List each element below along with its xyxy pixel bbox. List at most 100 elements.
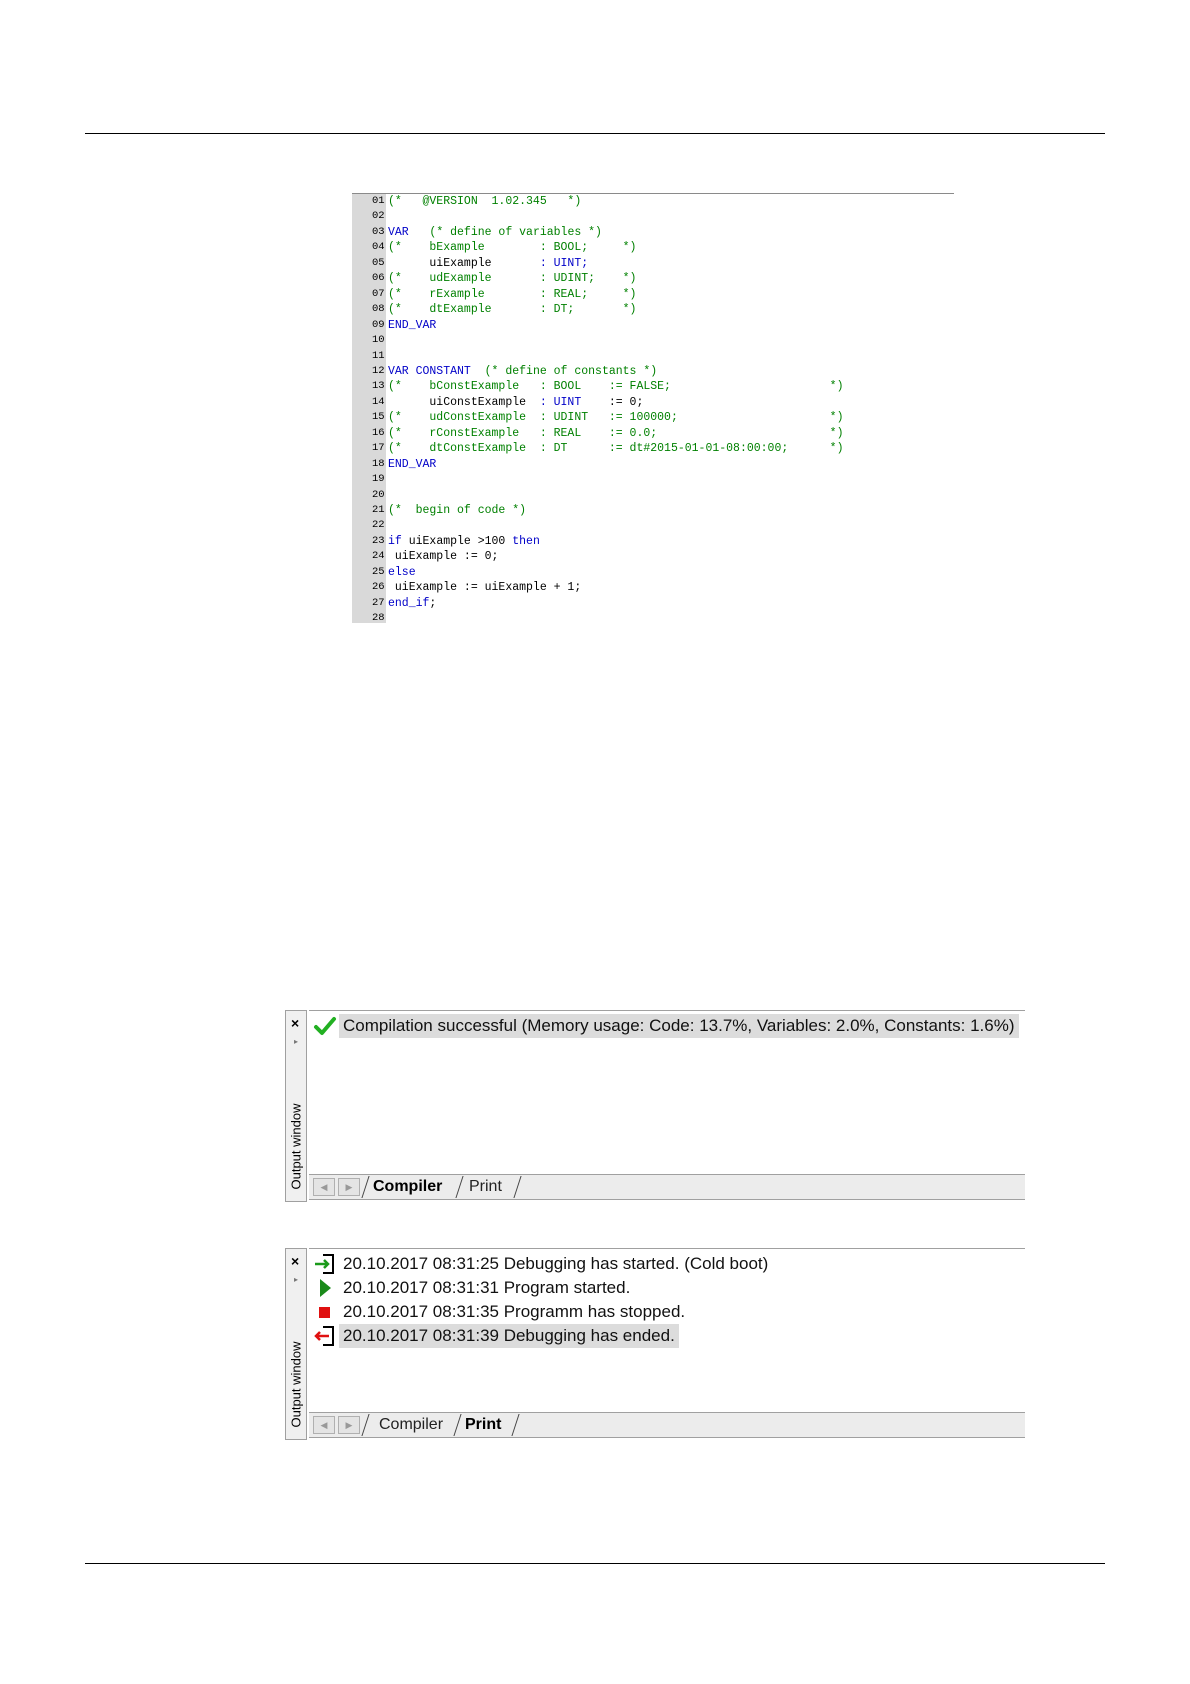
keyword-token: END_VAR [388, 318, 437, 332]
code-line[interactable]: 02 [352, 209, 954, 224]
tab-separator [513, 1176, 522, 1198]
code-line[interactable]: 01 (* @VERSION 1.02.345 *) [352, 194, 954, 209]
header-rule [85, 133, 1105, 134]
code-line[interactable]: 03 VAR (* define of variables *) [352, 225, 954, 240]
tab-scroll-right-button[interactable]: ▶ [338, 1178, 360, 1196]
keyword-token: end_if [388, 596, 430, 610]
line-text: VAR CONSTANT (* define of constants *) [388, 364, 657, 379]
output-window-label: Output window [288, 1103, 304, 1190]
line-number: 19 [372, 473, 385, 486]
tab-compiler[interactable]: Compiler [369, 1176, 446, 1198]
pin-icon[interactable]: ▸ [294, 1037, 298, 1046]
comment-token: (* define of variables *) [408, 225, 602, 239]
pin-icon[interactable]: ▸ [294, 1275, 298, 1284]
code-line[interactable]: 21 (* begin of code *) [352, 503, 954, 518]
tab-scroll-left-button[interactable]: ◀ [313, 1178, 335, 1196]
line-number: 27 [372, 596, 385, 609]
line-text: (* rConstExample : REAL := 0.0; *) [388, 426, 843, 441]
line-text: (* bExample : BOOL; *) [388, 240, 636, 255]
code-line[interactable]: 09 END_VAR [352, 318, 954, 333]
code-line[interactable]: 20 [352, 488, 954, 503]
code-line[interactable]: 06 (* udExample : UDINT; *) [352, 271, 954, 286]
code-line[interactable]: 19 [352, 472, 954, 487]
code-line[interactable]: 22 [352, 518, 954, 533]
tab-compiler[interactable]: Compiler [375, 1414, 447, 1436]
output-message[interactable]: 20.10.2017 08:31:25 Debugging has starte… [339, 1252, 772, 1276]
line-number: 22 [372, 519, 385, 532]
code-line[interactable]: 25 else [352, 565, 954, 580]
output-tab-bar: ◀ ▶ Compiler Print [309, 1412, 1025, 1438]
code-line[interactable]: 04 (* bExample : BOOL; *) [352, 240, 954, 255]
line-number: 04 [372, 241, 385, 254]
tab-separator [361, 1414, 370, 1436]
line-number: 16 [372, 426, 385, 439]
debug-end-icon [313, 1324, 337, 1348]
output-message[interactable]: Compilation successful (Memory usage: Co… [339, 1014, 1019, 1038]
code-line[interactable]: 18 END_VAR [352, 457, 954, 472]
code-line[interactable]: 11 [352, 349, 954, 364]
code-line[interactable]: 14 uiConstExample : UINT := 0; [352, 395, 954, 410]
line-text: uiExample := 0; [388, 549, 499, 564]
comment-token: (* dtExample : DT; *) [388, 303, 637, 317]
stop-icon [313, 1300, 337, 1324]
code-line[interactable]: 17 (* dtConstExample : DT := dt#2015-01-0… [352, 441, 954, 456]
close-icon[interactable]: × [291, 1253, 299, 1269]
tab-print[interactable]: Print [461, 1414, 505, 1436]
line-text: END_VAR [388, 457, 436, 472]
comment-token: (* udExample : UDINT; *) [388, 272, 637, 286]
line-text: uiExample : UINT; [388, 256, 588, 271]
tab-separator [511, 1414, 520, 1436]
line-number: 01 [372, 195, 385, 207]
code-line[interactable]: 16 (* rConstExample : REAL := 0.0; *) [352, 426, 954, 441]
code-line[interactable]: 23 if uiExample >100 then [352, 534, 954, 549]
code-line[interactable]: 08 (* dtExample : DT; *) [352, 302, 954, 317]
tab-print[interactable]: Print [465, 1176, 506, 1198]
code-line[interactable]: 12 VAR CONSTANT (* define of constants *) [352, 364, 954, 379]
code-line[interactable]: 05 uiExample : UINT; [352, 256, 954, 271]
code-token: uiExample [388, 256, 540, 270]
line-text: (* @VERSION 1.02.345 *) [388, 194, 581, 209]
code-line[interactable]: 10 [352, 333, 954, 348]
line-number: 08 [372, 303, 385, 316]
line-text: else [388, 565, 416, 580]
output-messages[interactable]: 20.10.2017 08:31:25 Debugging has starte… [309, 1248, 1025, 1412]
output-message[interactable]: 20.10.2017 08:31:39 Debugging has ended. [339, 1324, 679, 1348]
output-window-sidebar: × ▸ Output window [285, 1248, 307, 1440]
comment-token: (* rConstExample : REAL := 0.0; *) [388, 426, 844, 440]
check-icon [313, 1014, 337, 1038]
output-message[interactable]: 20.10.2017 08:31:31 Program started. [339, 1276, 634, 1300]
close-icon[interactable]: × [291, 1015, 299, 1031]
code-token: uiExample >100 [401, 534, 513, 548]
code-editor[interactable]: 01 (* @VERSION 1.02.345 *) 02 03 VAR (* defi… [352, 193, 954, 626]
line-text: end_if; [388, 596, 436, 611]
output-messages[interactable]: Compilation successful (Memory usage: Co… [309, 1010, 1025, 1174]
line-number: 18 [372, 457, 385, 470]
output-window-compiler: × ▸ Output window Compilation successful… [285, 1010, 1025, 1202]
line-number: 15 [372, 411, 385, 424]
line-number: 11 [372, 349, 385, 362]
code-token: := 0; [581, 395, 644, 409]
code-token: uiExample := 0; [388, 550, 499, 564]
line-text: (* begin of code *) [388, 503, 526, 518]
line-number: 28 [372, 612, 385, 625]
keyword-token: then [512, 534, 540, 548]
code-line[interactable]: 24 uiExample := 0; [352, 549, 954, 564]
line-text: END_VAR [388, 318, 436, 333]
line-text: (* bConstExample : BOOL := FALSE; *) [388, 379, 843, 394]
code-line[interactable]: 07 (* rExample : REAL; *) [352, 287, 954, 302]
debug-start-icon [313, 1252, 337, 1276]
line-number: 02 [372, 210, 385, 223]
tab-scroll-right-button[interactable]: ▶ [338, 1416, 360, 1434]
code-line[interactable]: 15 (* udConstExample : UDINT := 100000; *… [352, 410, 954, 425]
code-line[interactable]: 13 (* bConstExample : BOOL := FALSE; *) [352, 379, 954, 394]
line-text: if uiExample >100 then [388, 534, 540, 549]
tab-scroll-left-button[interactable]: ◀ [313, 1416, 335, 1434]
line-number: 12 [372, 364, 385, 377]
code-line[interactable]: 27 end_if; [352, 596, 954, 611]
output-window-print: × ▸ Output window 20.10.2017 08:31:25 De… [285, 1248, 1025, 1440]
play-icon [313, 1276, 337, 1300]
code-line[interactable]: 26 uiExample := uiExample + 1; [352, 580, 954, 595]
output-message[interactable]: 20.10.2017 08:31:35 Programm has stopped… [339, 1300, 689, 1324]
code-line[interactable]: 28 [352, 611, 954, 626]
keyword-token: else [388, 565, 416, 579]
